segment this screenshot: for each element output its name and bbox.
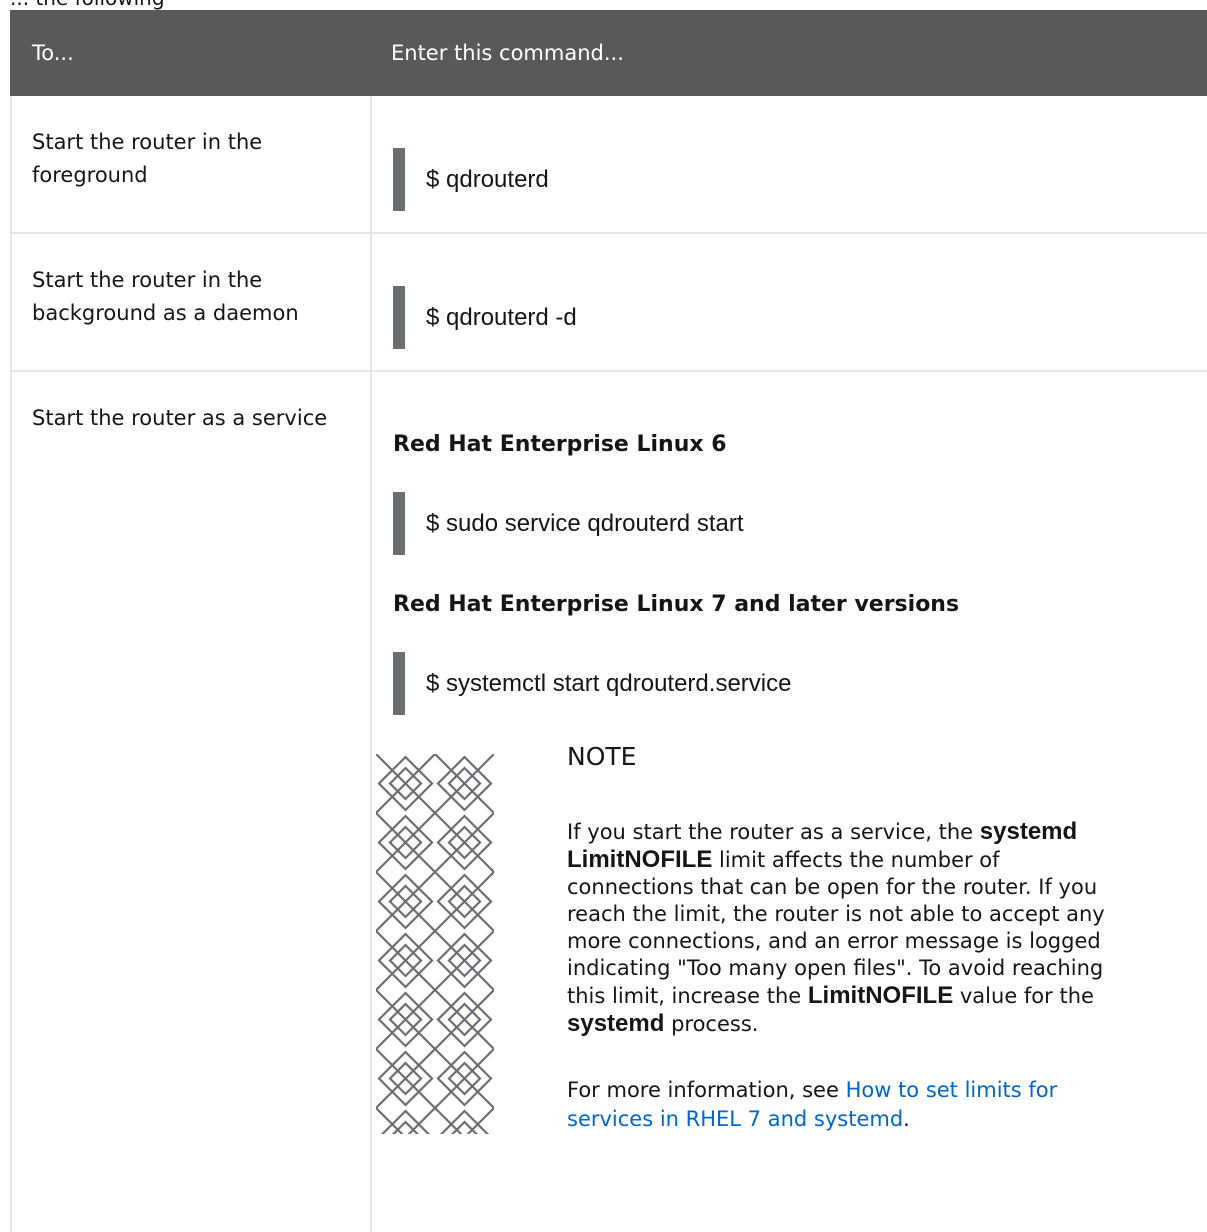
note-text: value for the [953,984,1094,1008]
header-command: Enter this command... [391,41,624,65]
caption-fragment: ... the following [10,0,410,10]
rhel6-heading: Red Hat Enterprise Linux 6 [393,432,727,457]
note-pattern-icon [376,754,494,1134]
task-cell: Start the router in the background as a … [32,268,299,325]
note-text: If you start the router as a service, th… [567,820,980,844]
more-info-suffix: . [903,1107,910,1131]
command-text: $ sudo service qdrouterd start [426,510,744,537]
command-text: $ qdrouterd -d [426,304,577,331]
rhel7-heading: Red Hat Enterprise Linux 7 and later ver… [393,592,960,617]
table-row: Start the router in the background as a … [10,234,1207,372]
command-text: $ systemctl start qdrouterd.service [426,670,792,697]
table-header: To... Enter this command... [10,10,1207,96]
code-limitnofile: LimitNOFILE [807,982,954,1009]
more-info-prefix: For more information, see [567,1078,846,1102]
task-cell: Start the router in the foreground [32,130,263,187]
note-title: NOTE [567,742,637,771]
header-to: To... [32,41,74,65]
code-systemd: systemd [567,1010,665,1037]
note-text: process. [664,1012,759,1036]
commands-table: To... Enter this command... Start the ro… [10,10,1207,1232]
task-cell: Start the router as a service [32,406,328,430]
note-body: If you start the router as a service, th… [567,818,1127,1038]
command-text: $ qdrouterd [426,166,549,193]
note-more-info: For more information, see How to set lim… [567,1076,1127,1134]
table-row: Start the router in the foreground $ qdr… [10,96,1207,234]
